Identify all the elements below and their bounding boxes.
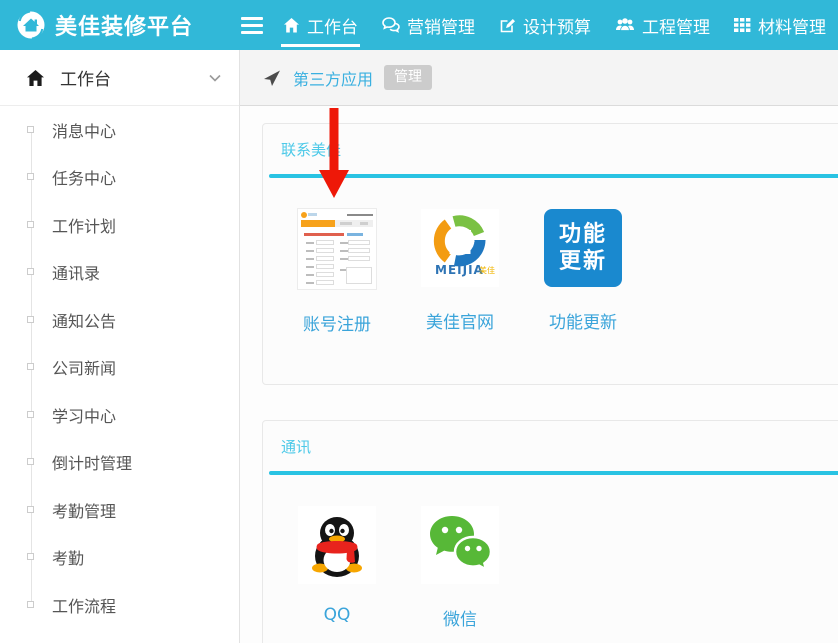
nav-label: 营销管理 [407, 13, 475, 38]
app-grid: QQ [263, 475, 838, 643]
sidebar-item-countdown-management[interactable]: 倒计时管理 [0, 439, 239, 487]
panel-title: 联系美佳 [263, 124, 838, 174]
app-qq[interactable]: QQ [298, 506, 376, 625]
sidebar-item-label: 通知公告 [52, 308, 116, 332]
sidebar-item-learning-center[interactable]: 学习中心 [0, 391, 239, 439]
svg-text:美佳: 美佳 [479, 265, 495, 275]
comments-icon [382, 17, 400, 33]
app-feature-updates[interactable]: 功能 更新 功能更新 [544, 209, 622, 333]
svg-text:MEIJIA: MEIJIA [435, 263, 484, 277]
nav-workbench[interactable]: 工作台 [271, 0, 370, 50]
panel-communication: 通讯 [262, 420, 838, 643]
app-account-registration[interactable]: 账号注册 [298, 209, 376, 335]
sidebar-item-label: 考勤管理 [52, 498, 116, 522]
edit-icon [499, 17, 516, 34]
sidebar-item-label: 通讯录 [52, 260, 100, 284]
app-label: QQ [324, 605, 351, 625]
feature-update-tile: 功能 更新 [544, 209, 622, 287]
sidebar-header-label: 工作台 [60, 65, 111, 90]
manage-badge[interactable]: 管理 [384, 65, 432, 90]
sidebar-item-message-center[interactable]: 消息中心 [0, 106, 239, 154]
grid-icon [734, 17, 751, 33]
app-wechat[interactable]: 微信 [421, 506, 499, 630]
nav-label: 工程管理 [642, 13, 710, 38]
breadcrumb-third-party-apps-link[interactable]: 第三方应用 [293, 66, 373, 90]
sidebar-item-company-news[interactable]: 公司新闻 [0, 344, 239, 392]
panel-title: 通讯 [263, 421, 838, 471]
meijia-logo: MEIJIA 美佳 [421, 209, 499, 287]
app-logo[interactable]: 美佳装修平台 [0, 0, 240, 50]
sidebar-item-workflow[interactable]: 工作流程 [0, 581, 239, 629]
app-label: 功能更新 [549, 308, 617, 333]
sidebar-item-workbench[interactable]: 工作台 [0, 50, 239, 106]
qq-logo [298, 506, 376, 584]
nav-materials[interactable]: 材料管理 [722, 0, 838, 50]
sidebar-item-task-center[interactable]: 任务中心 [0, 154, 239, 202]
sidebar-item-attendance[interactable]: 考勤 [0, 534, 239, 582]
tile-text-line: 更新 [559, 248, 607, 276]
chevron-down-icon[interactable] [209, 74, 221, 82]
sidebar-item-label: 学习中心 [52, 403, 116, 427]
sidebar-menu: 消息中心 任务中心 工作计划 通讯录 通知公告 公司新闻 学习中心 倒计时管理 … [0, 106, 239, 643]
sidebar-item-attendance-management[interactable]: 考勤管理 [0, 486, 239, 534]
app-grid: 账号注册 [263, 178, 838, 384]
wechat-logo [421, 506, 499, 584]
location-arrow-icon [262, 68, 282, 88]
users-icon [615, 17, 635, 33]
app-window: 美佳装修平台 工作台 营销管理 [0, 0, 838, 643]
sidebar-toggle-button[interactable] [240, 0, 263, 50]
nav-label: 设计预算 [523, 13, 591, 38]
main-area: 第三方应用 管理 联系美佳 [240, 50, 838, 643]
app-label: 美佳官网 [426, 308, 494, 333]
sidebar-item-contacts[interactable]: 通讯录 [0, 249, 239, 297]
sidebar-item-label: 消息中心 [52, 118, 116, 142]
content-area: 联系美佳 [240, 106, 838, 643]
app-label: 微信 [443, 605, 477, 630]
home-icon [283, 17, 300, 34]
sidebar-item-announcements[interactable]: 通知公告 [0, 296, 239, 344]
top-navigation: 工作台 营销管理 设计预算 [271, 0, 838, 50]
nav-marketing[interactable]: 营销管理 [370, 0, 487, 50]
top-header: 美佳装修平台 工作台 营销管理 [0, 0, 838, 50]
tile-text-line: 功能 [559, 221, 607, 249]
sidebar-item-label: 考勤 [52, 545, 84, 569]
nav-label: 工作台 [307, 13, 358, 38]
sidebar: 工作台 消息中心 任务中心 工作计划 通讯录 通知公告 公司新闻 学习中心 倒计… [0, 50, 240, 643]
home-icon [26, 69, 45, 87]
sidebar-item-label: 公司新闻 [52, 355, 116, 379]
registration-screenshot-thumbnail [298, 209, 376, 289]
nav-design-budget[interactable]: 设计预算 [487, 0, 603, 50]
sidebar-item-label: 工作流程 [52, 593, 116, 617]
panel-contact-meijia: 联系美佳 [262, 123, 838, 385]
nav-label: 材料管理 [758, 13, 826, 38]
nav-engineering[interactable]: 工程管理 [603, 0, 722, 50]
breadcrumb: 第三方应用 管理 [240, 50, 838, 106]
app-label: 账号注册 [303, 310, 371, 335]
sidebar-item-work-plan[interactable]: 工作计划 [0, 201, 239, 249]
sidebar-item-label: 任务中心 [52, 165, 116, 189]
app-meijia-website[interactable]: MEIJIA 美佳 美佳官网 [421, 209, 499, 333]
sidebar-item-label: 倒计时管理 [52, 450, 132, 474]
sidebar-item-label: 工作计划 [52, 213, 116, 237]
meijia-swirl-logo-icon [16, 10, 46, 40]
app-title: 美佳装修平台 [55, 9, 193, 41]
